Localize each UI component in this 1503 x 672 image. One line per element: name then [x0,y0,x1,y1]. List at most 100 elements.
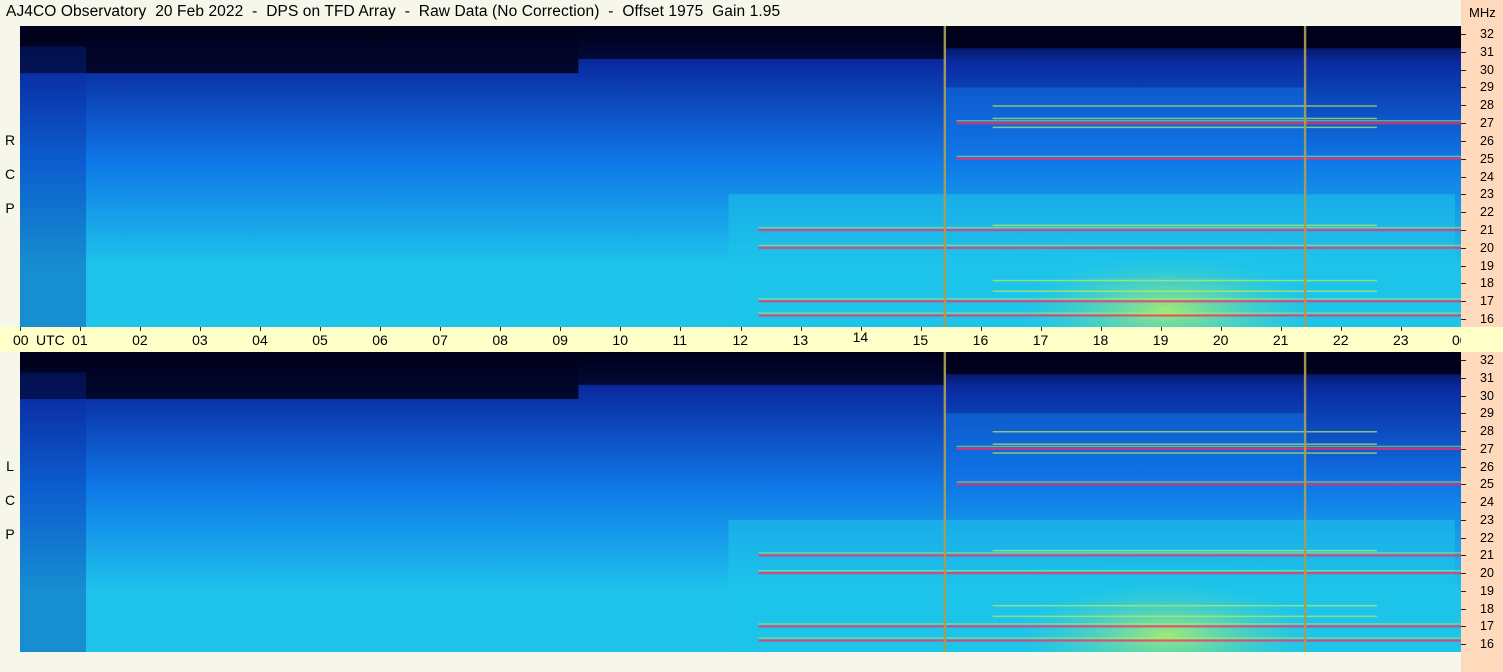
freq-tick-mark [1461,283,1466,285]
freq-tick-mark [1461,413,1466,415]
time-tick-label: 10 [612,332,628,348]
interference-line [758,639,1461,642]
clutter-line [992,604,1377,607]
early-column-texture [20,372,87,652]
time-tick-mark [200,327,202,331]
freq-tick-label: 31 [1480,370,1494,385]
time-tick-start: 00 [13,332,29,348]
time-tick-mark [980,327,982,331]
freq-tick-label: 21 [1480,548,1494,563]
spectrogram-lcp-svg [20,352,1461,652]
time-tick-label: 02 [132,332,148,348]
clutter-line [992,549,1377,552]
freq-tick-label: 32 [1480,353,1494,367]
freq-tick-mark [1461,247,1466,249]
freq-tick-mark [1461,51,1466,53]
lcp-label: L C P [3,352,17,652]
freq-tick-mark [1461,466,1466,468]
freq-tick-label: 16 [1480,312,1494,326]
freq-tick-mark [1461,87,1466,89]
freq-tick-mark [1461,590,1466,592]
freq-tick-label: 17 [1480,294,1494,309]
clutter-line [992,431,1377,433]
interference-line [758,572,1461,575]
clutter-line [992,452,1377,454]
interference-line-halo [956,155,1461,158]
time-tick-label: 17 [1032,332,1049,348]
interference-line-halo [758,226,1461,229]
interference-line [758,246,1461,249]
freq-tick-label: 28 [1480,98,1494,113]
time-tick-label: 06 [372,332,388,348]
freq-tick-label: 26 [1480,459,1494,474]
rcp-label-p: P [5,200,15,216]
time-tick-mark [1280,327,1282,331]
freq-axis-corner-mid [1461,327,1503,352]
interference-line [956,122,1461,125]
time-tick-mark [560,327,562,331]
clutter-line [992,105,1377,107]
night-dark-band [578,352,945,385]
interference-line-halo [758,312,1461,314]
night-dark-band [20,26,579,74]
interference-line-halo [956,481,1461,483]
time-tick-mark [1220,327,1222,331]
interference-line [956,483,1461,486]
interference-line [758,314,1461,317]
freq-tick-mark [1461,555,1466,557]
freq-tick-label: 22 [1480,205,1494,220]
clutter-line [992,443,1377,445]
time-tick-mark [1400,327,1402,331]
freq-tick-mark [1461,644,1466,645]
freq-tick-label: 18 [1480,276,1494,291]
freq-tick-mark [1461,431,1466,432]
freq-tick-mark [1461,123,1466,125]
spectrogram-lcp [20,352,1461,652]
freq-tick-mark [1461,176,1466,178]
freq-tick-label: 23 [1480,187,1494,202]
time-tick-label: 19 [1152,332,1169,348]
freq-tick-label: 30 [1480,62,1494,77]
freq-tick-mark [1461,377,1466,379]
freq-tick-label: 29 [1480,406,1494,421]
freq-tick-mark [1461,608,1466,610]
interference-line-halo [956,445,1461,448]
lcp-label-p: P [5,526,15,542]
time-marker-line [1303,26,1307,327]
freq-tick-mark [1461,484,1466,486]
time-tick-label: 08 [492,332,508,348]
freq-tick-label: 17 [1480,619,1494,634]
time-tick-label: 07 [432,332,448,348]
time-axis: 00 UTC 01 02 03 04 05 06 07 08 09 10 11 12 13 14 15 16 1… [0,327,1468,352]
freq-tick-mark [1461,265,1466,267]
time-tick-mark [920,327,922,331]
freq-tick-label: 27 [1480,441,1494,456]
freq-tick-label: 31 [1480,44,1494,59]
freq-tick-label: 24 [1480,495,1494,509]
freq-tick-mark [1461,212,1466,214]
time-marker-line [943,352,947,652]
interference-line-halo [758,570,1461,572]
freq-tick-mark [1461,502,1466,503]
freq-axis-unit: MHz [1469,5,1496,20]
time-tick-label: 16 [972,332,989,348]
freq-tick-label: 24 [1480,169,1494,184]
time-tick-label: 11 [672,332,687,348]
freq-tick-mark [1461,448,1466,450]
freq-tick-mark [1461,537,1466,539]
freq-tick-mark [1461,319,1466,320]
time-tick-mark [860,327,862,331]
rcp-label-c: C [4,166,16,182]
freq-tick-label: 32 [1480,27,1494,41]
time-axis-unit: UTC [36,332,65,348]
freq-tick-mark [1461,34,1466,35]
freq-tick-mark [1461,360,1466,361]
time-tick-mark [680,327,682,331]
freq-tick-mark [1461,229,1466,231]
time-tick-label: 23 [1392,332,1409,348]
freq-tick-mark [1461,158,1466,160]
clutter-line [992,615,1377,618]
freq-tick-label: 23 [1480,512,1494,527]
night-dark-band [20,352,579,400]
time-tick-label: 15 [912,332,929,348]
